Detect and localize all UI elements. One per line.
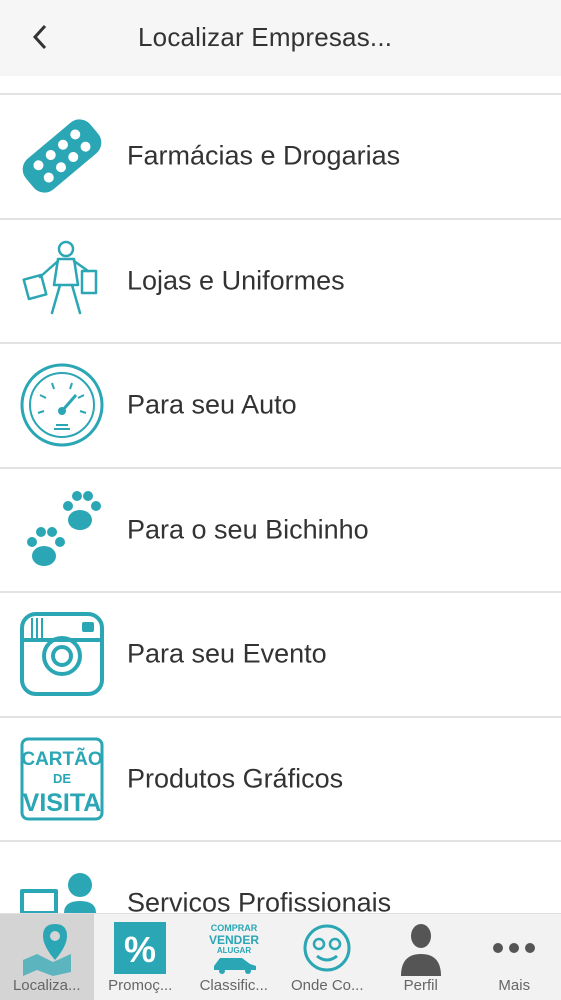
category-item-stores[interactable]: Lojas e Uniformes <box>0 220 561 344</box>
category-label: Lojas e Uniformes <box>127 265 345 296</box>
speedometer-icon <box>20 363 104 447</box>
card-text-middle: DE <box>53 771 71 786</box>
tab-label: Promoç... <box>108 977 173 994</box>
category-label: Para seu Auto <box>127 389 297 420</box>
business-card-icon: CARTÃO DE VISITA <box>20 737 104 821</box>
tab-mais[interactable]: Mais <box>468 914 561 1000</box>
back-button[interactable] <box>22 16 58 58</box>
classifieds-text-3: ALUGAR <box>217 946 251 955</box>
percent-icon: % <box>114 922 167 974</box>
category-list: Farmácias e Drogarias Lojas e Uniformes <box>0 95 561 967</box>
map-pin-icon <box>22 924 71 976</box>
more-dots-icon <box>493 943 536 953</box>
tab-label: Mais <box>498 977 531 994</box>
category-label: Para seu Evento <box>127 638 327 669</box>
page-title: Localizar Empresas... <box>138 22 393 52</box>
classifieds-icon: COMPRAR VENDER ALUGAR <box>209 923 259 974</box>
pill-pack-icon <box>22 119 102 193</box>
tab-classificados[interactable]: COMPRAR VENDER ALUGAR Classific... <box>187 914 281 1000</box>
shopper-icon <box>22 240 98 314</box>
category-item-pharmacies[interactable]: Farmácias e Drogarias <box>0 95 561 220</box>
tab-onde-comer[interactable]: Onde Co... <box>281 914 375 1000</box>
category-item-auto[interactable]: Para seu Auto <box>0 344 561 469</box>
classifieds-text-1: COMPRAR <box>211 923 258 933</box>
tab-promocoes[interactable]: % Promoç... <box>94 914 188 1000</box>
category-label: Para o seu Bichinho <box>127 514 369 545</box>
tab-label: Onde Co... <box>290 977 364 994</box>
tab-label: Perfil <box>403 977 438 994</box>
person-icon <box>400 924 441 976</box>
tab-label: Classific... <box>199 977 268 994</box>
category-label: Farmácias e Drogarias <box>127 140 401 171</box>
smiley-face-icon <box>303 924 351 972</box>
tab-perfil[interactable]: Perfil <box>374 914 468 1000</box>
category-item-printing[interactable]: CARTÃO DE VISITA Produtos Gráficos <box>0 718 561 842</box>
card-text-bottom: VISITA <box>23 789 102 817</box>
category-item-events[interactable]: Para seu Evento <box>0 593 561 718</box>
classifieds-text-2: VENDER <box>209 933 259 947</box>
camera-icon <box>20 612 104 697</box>
chevron-left-icon <box>32 24 47 50</box>
bottom-tab-bar: Localiza... % Promoç... COMPRAR VENDER A… <box>0 913 561 1000</box>
svg-text:%: % <box>124 929 156 970</box>
category-item-pets[interactable]: Para o seu Bichinho <box>0 469 561 593</box>
category-label: Produtos Gráficos <box>127 763 344 794</box>
paw-icon <box>27 490 101 566</box>
app-header: Localizar Empresas... <box>0 0 561 76</box>
tab-label: Localiza... <box>12 977 81 994</box>
tab-localizar[interactable]: Localiza... <box>0 914 94 1000</box>
card-text-top: CARTÃO <box>21 748 102 770</box>
